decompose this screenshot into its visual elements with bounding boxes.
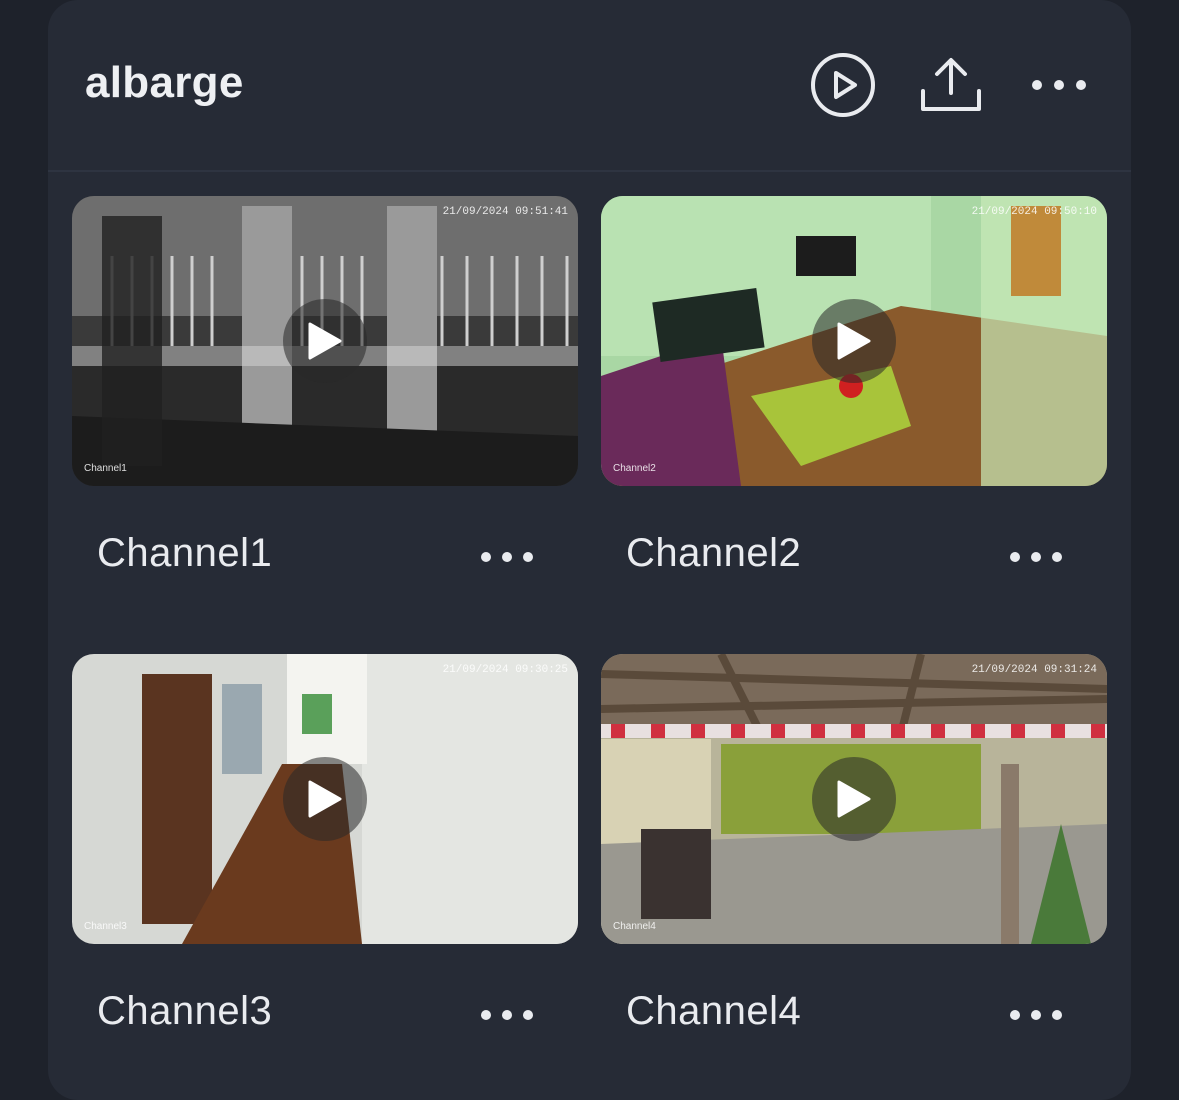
play-icon — [837, 322, 871, 360]
channel-name: Channel2 — [626, 531, 802, 575]
channel-more-button[interactable] — [472, 542, 542, 572]
upload-icon — [921, 58, 981, 111]
more-icon — [1032, 80, 1086, 90]
more-options-button[interactable] — [1024, 50, 1094, 120]
more-icon — [481, 1010, 533, 1020]
channel-tile[interactable]: 21/09/2024 09:30:25 Channel3 Channel3 — [72, 654, 578, 1033]
snapshot-channel-label: Channel4 — [613, 921, 656, 932]
channel-more-button[interactable] — [472, 1000, 542, 1030]
channel-tile[interactable]: 21/09/2024 09:51:41 Channel1 Channel1 — [72, 196, 578, 575]
channel-more-button[interactable] — [1001, 542, 1071, 572]
more-icon — [1010, 552, 1062, 562]
play-icon — [308, 780, 342, 818]
snapshot-timestamp: 21/09/2024 09:51:41 — [442, 206, 568, 218]
snapshot-timestamp: 21/09/2024 09:31:24 — [971, 664, 1097, 676]
channel-thumbnail[interactable]: 21/09/2024 09:31:24 Channel4 — [601, 654, 1107, 944]
channel-name: Channel4 — [626, 989, 802, 1033]
channel-tile[interactable]: 21/09/2024 09:50:10 Channel2 Channel2 — [601, 196, 1107, 575]
channel-thumbnail[interactable]: 21/09/2024 09:51:41 Channel1 — [72, 196, 578, 486]
play-circle-icon — [811, 53, 875, 117]
channel-name: Channel1 — [97, 531, 273, 575]
play-button[interactable] — [283, 757, 367, 841]
play-button[interactable] — [283, 299, 367, 383]
more-icon — [1010, 1010, 1062, 1020]
channel-more-button[interactable] — [1001, 1000, 1071, 1030]
channel-thumbnail[interactable]: 21/09/2024 09:30:25 Channel3 — [72, 654, 578, 944]
play-icon — [837, 780, 871, 818]
channel-thumbnail[interactable]: 21/09/2024 09:50:10 Channel2 — [601, 196, 1107, 486]
snapshot-channel-label: Channel3 — [84, 921, 127, 932]
snapshot-channel-label: Channel1 — [84, 463, 127, 474]
device-header: albarge — [48, 0, 1131, 172]
channel-name: Channel3 — [97, 989, 273, 1033]
snapshot-timestamp: 21/09/2024 09:30:25 — [442, 664, 568, 676]
snapshot-channel-label: Channel2 — [613, 463, 656, 474]
snapshot-timestamp: 21/09/2024 09:50:10 — [971, 206, 1097, 218]
play-all-button[interactable] — [808, 50, 878, 120]
play-button[interactable] — [812, 299, 896, 383]
upload-button[interactable] — [916, 50, 986, 120]
play-button[interactable] — [812, 757, 896, 841]
play-icon — [308, 322, 342, 360]
more-icon — [481, 552, 533, 562]
device-title: albarge — [85, 58, 244, 107]
channel-tile[interactable]: 21/09/2024 09:31:24 Channel4 Channel4 — [601, 654, 1107, 1033]
